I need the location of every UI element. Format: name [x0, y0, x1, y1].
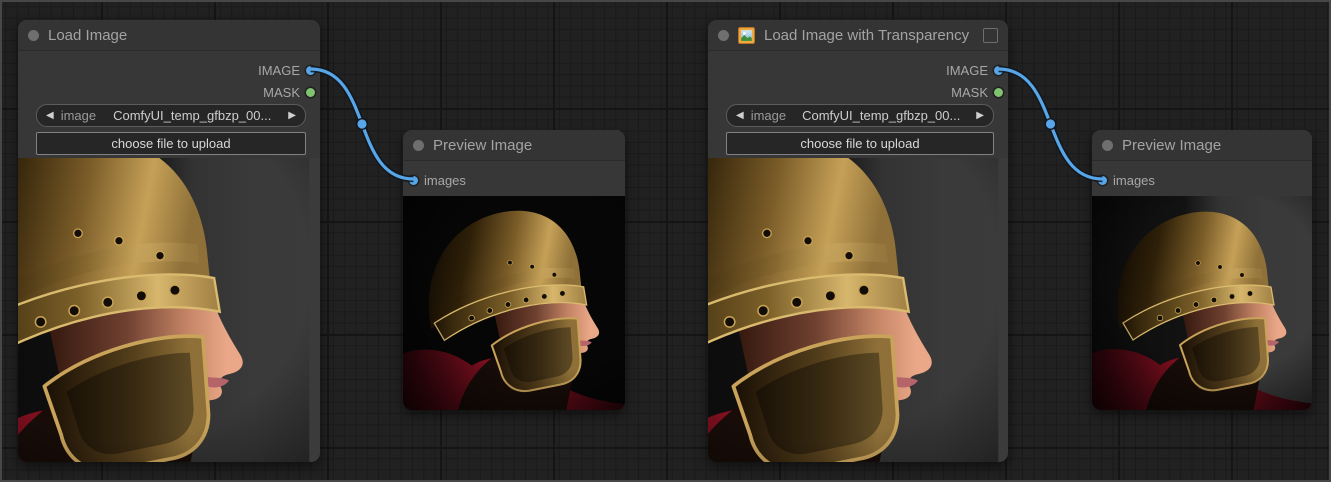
node-preview-image[interactable]: Preview Image images: [403, 130, 625, 410]
link-shadow: [999, 69, 1103, 179]
input-dot-images[interactable]: [1098, 176, 1107, 185]
image-preview: [18, 158, 320, 462]
image-combo-widget[interactable]: ◀ image ComfyUI_temp_gfbzp_00... ▶: [726, 104, 994, 127]
input-label-images: images: [1113, 173, 1155, 188]
link-midpoint-dot[interactable]: [357, 119, 366, 128]
next-arrow-icon[interactable]: ▶: [976, 111, 984, 121]
node-preview-image[interactable]: Preview Image images: [1092, 130, 1312, 410]
output-dot-mask[interactable]: [306, 88, 315, 97]
node-title: Preview Image: [433, 137, 532, 154]
node-graph-canvas[interactable]: Load Image IMAGE MASK ◀ image ComfyUI_te…: [0, 0, 1331, 482]
node-title-bar[interactable]: Load Image: [18, 20, 320, 51]
link-load-to-preview[interactable]: [311, 69, 414, 179]
choose-file-button[interactable]: choose file to upload: [726, 132, 994, 155]
output-slot-image: IMAGE: [946, 59, 1003, 81]
image-preview: [403, 196, 625, 410]
prev-arrow-icon[interactable]: ◀: [736, 111, 744, 121]
collapse-dot-icon[interactable]: [28, 30, 39, 41]
title-checkbox[interactable]: [983, 28, 998, 43]
link-midpoint-ring: [1045, 118, 1057, 130]
output-dot-image[interactable]: [306, 66, 315, 75]
choose-file-button[interactable]: choose file to upload: [36, 132, 306, 155]
node-title: Load Image: [48, 27, 127, 44]
link-midpoint-ring: [356, 118, 368, 130]
node-title: Preview Image: [1122, 137, 1221, 154]
output-label-mask: MASK: [263, 85, 300, 100]
output-dot-image[interactable]: [994, 66, 1003, 75]
output-label-image: IMAGE: [946, 63, 988, 78]
output-slot-mask: MASK: [263, 81, 315, 103]
next-arrow-icon[interactable]: ▶: [288, 111, 296, 121]
input-slot-images: images: [409, 169, 466, 191]
prev-arrow-icon[interactable]: ◀: [46, 111, 54, 121]
link-load-transparency-to-preview[interactable]: [999, 69, 1103, 179]
output-label-mask: MASK: [951, 85, 988, 100]
input-slot-images: images: [1098, 169, 1155, 191]
collapse-dot-icon[interactable]: [1102, 140, 1113, 151]
combo-value: ComfyUI_temp_gfbzp_00...: [103, 108, 281, 123]
combo-label: image: [751, 108, 786, 123]
output-slot-mask: MASK: [951, 81, 1003, 103]
node-title-bar[interactable]: Preview Image: [1092, 130, 1312, 161]
image-preview: [708, 158, 1008, 462]
link-shadow: [311, 69, 414, 179]
collapse-dot-icon[interactable]: [413, 140, 424, 151]
link-midpoint-dot[interactable]: [1046, 119, 1055, 128]
node-load-image-transparency[interactable]: Load Image with Transparency IMAGE MASK …: [708, 20, 1008, 462]
output-dot-mask[interactable]: [994, 88, 1003, 97]
node-load-image[interactable]: Load Image IMAGE MASK ◀ image ComfyUI_te…: [18, 20, 320, 462]
combo-value: ComfyUI_temp_gfbzp_00...: [793, 108, 969, 123]
image-combo-widget[interactable]: ◀ image ComfyUI_temp_gfbzp_00... ▶: [36, 104, 306, 127]
input-dot-images[interactable]: [409, 176, 418, 185]
input-label-images: images: [424, 173, 466, 188]
node-title: Load Image with Transparency: [764, 27, 969, 44]
node-title-bar[interactable]: Load Image with Transparency: [708, 20, 1008, 51]
output-label-image: IMAGE: [258, 63, 300, 78]
combo-label: image: [61, 108, 96, 123]
framed-picture-icon: [738, 27, 755, 44]
node-title-bar[interactable]: Preview Image: [403, 130, 625, 161]
output-slot-image: IMAGE: [258, 59, 315, 81]
collapse-dot-icon[interactable]: [718, 30, 729, 41]
image-preview: [1092, 196, 1312, 410]
